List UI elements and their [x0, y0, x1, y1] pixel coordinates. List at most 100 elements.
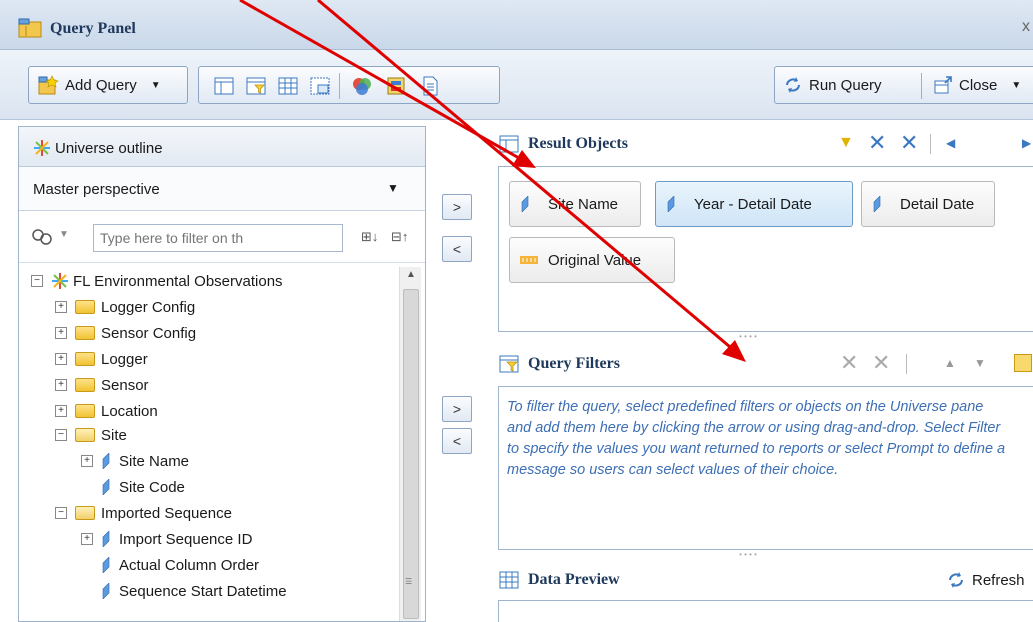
tree-item-label: Sequence Start Datetime: [119, 582, 287, 600]
combined-query-icon[interactable]: [309, 75, 331, 97]
collapse-icon[interactable]: −: [55, 507, 67, 519]
remove-all-icon[interactable]: ✕: [900, 130, 918, 156]
remove-from-result-button[interactable]: <: [442, 236, 472, 262]
tree-item[interactable]: Sequence Start Datetime: [101, 579, 287, 603]
toolbar-separator: [339, 73, 340, 99]
data-preview-icon[interactable]: [277, 75, 299, 97]
tree-item[interactable]: + Logger Config: [55, 295, 195, 319]
result-object-label: Original Value: [548, 251, 642, 269]
refresh-button[interactable]: Refresh: [946, 570, 1025, 590]
close-button[interactable]: Close ▼: [933, 75, 1021, 95]
tree-item-label: Import Sequence ID: [119, 530, 253, 548]
tree-item[interactable]: + Location: [55, 399, 158, 423]
result-object-original-value[interactable]: Original Value: [509, 237, 675, 283]
tree-item-label: Imported Sequence: [101, 504, 232, 522]
header-separator: [930, 134, 931, 154]
result-object-label: Site Name: [548, 195, 619, 213]
move-right-icon[interactable]: ▶: [1022, 136, 1031, 150]
tree-item[interactable]: + Logger: [55, 347, 148, 371]
query-filters-icon: [499, 355, 519, 373]
chevron-down-icon[interactable]: ▼: [151, 80, 161, 91]
tree-item-label: Sensor Config: [101, 324, 197, 342]
add-subquery-icon[interactable]: [1014, 354, 1032, 372]
filter-pane-icon[interactable]: [245, 75, 267, 97]
add-query-icon: [38, 75, 59, 95]
tree-item[interactable]: + Import Sequence ID: [81, 527, 252, 551]
expand-icon[interactable]: +: [81, 533, 93, 545]
collapse-all-icon[interactable]: ⊟↑: [391, 229, 408, 245]
result-object-site-name[interactable]: Site Name: [509, 181, 641, 227]
query-filters-header: Query Filters ✕ ✕ ▲ ▼: [498, 344, 1033, 384]
chevron-down-icon[interactable]: ▼: [59, 229, 69, 240]
add-to-filter-button[interactable]: >: [442, 396, 472, 422]
universe-tree: − FL Environmental Observations + Logger…: [19, 267, 399, 621]
close-label: Close: [959, 76, 998, 94]
add-query-button[interactable]: Add Query ▼: [28, 66, 188, 104]
result-object-label: Detail Date: [900, 195, 975, 213]
move-down-icon[interactable]: ▼: [974, 356, 986, 370]
outline-filter-input[interactable]: [93, 224, 343, 252]
scroll-up-icon[interactable]: ▲: [406, 269, 416, 280]
query-filters-hint: To filter the query, select predefined f…: [507, 399, 1006, 478]
collapse-icon[interactable]: −: [31, 275, 43, 287]
filter-icon[interactable]: ▼: [838, 134, 854, 152]
scrollbar-thumb[interactable]: [403, 289, 419, 619]
collapse-icon[interactable]: −: [55, 429, 67, 441]
search-options-icon[interactable]: [31, 227, 53, 247]
data-preview-header: Data Preview Refresh: [498, 560, 1033, 600]
tree-item-label: Logger: [101, 350, 148, 368]
refresh-icon: [786, 77, 800, 93]
expand-icon[interactable]: +: [55, 353, 67, 365]
remove-icon[interactable]: ✕: [840, 350, 858, 376]
run-query-button[interactable]: Run Query: [783, 75, 882, 95]
dimension-icon: [873, 196, 881, 212]
universe-icon: [52, 273, 68, 289]
tree-item[interactable]: + Sensor: [55, 373, 149, 397]
dimension-icon: [667, 196, 675, 212]
tree-item[interactable]: + Sensor Config: [55, 321, 196, 345]
refresh-icon: [949, 572, 963, 588]
expand-icon[interactable]: +: [81, 455, 93, 467]
tree-item-label: Actual Column Order: [119, 556, 260, 574]
result-object-detail-date[interactable]: Detail Date: [861, 181, 995, 227]
splitter-grip[interactable]: • • • •: [728, 333, 768, 341]
tree-item-label: Site Name: [119, 452, 190, 470]
properties-icon[interactable]: [419, 75, 441, 97]
universe-outline-panel: Universe outline Master perspective ▼ ▼ …: [18, 126, 426, 622]
tree-item[interactable]: Site Code: [101, 475, 185, 499]
dimension-icon: [102, 557, 110, 573]
tree-scrollbar[interactable]: ▲ ☰: [399, 267, 421, 621]
result-object-year-detail-date[interactable]: Year - Detail Date: [655, 181, 853, 227]
remove-icon[interactable]: ✕: [868, 130, 886, 156]
result-objects-header: Result Objects ▼ ✕ ✕ ◀ ▶: [498, 124, 1033, 164]
tree-item[interactable]: Actual Column Order: [101, 553, 259, 577]
universe-outline-title: Universe outline: [55, 140, 163, 157]
expand-all-icon[interactable]: ⊞↓: [361, 229, 378, 245]
layout-icon[interactable]: [213, 75, 235, 97]
expand-icon[interactable]: +: [55, 405, 67, 417]
window-close-icon[interactable]: x: [1022, 18, 1033, 36]
expand-icon[interactable]: +: [55, 379, 67, 391]
remove-from-filter-button[interactable]: <: [442, 428, 472, 454]
result-objects-area[interactable]: Site Name Year - Detail Date Detail Date…: [498, 166, 1033, 332]
source-icon[interactable]: [351, 75, 373, 97]
expand-icon[interactable]: +: [55, 301, 67, 313]
splitter-grip[interactable]: • • • •: [728, 551, 768, 559]
move-left-icon[interactable]: ◀: [946, 136, 955, 150]
tree-item[interactable]: − Imported Sequence: [55, 501, 232, 525]
tree-item[interactable]: − Site: [55, 423, 127, 447]
tree-item-label: FL Environmental Observations: [73, 272, 283, 290]
query-filters-area[interactable]: To filter the query, select predefined f…: [498, 386, 1033, 550]
tree-item[interactable]: + Site Name: [81, 449, 189, 473]
tree-item[interactable]: − FL Environmental Observations: [31, 269, 283, 293]
chevron-down-icon[interactable]: ▼: [1011, 80, 1021, 91]
dimension-icon: [521, 196, 529, 212]
remove-all-icon[interactable]: ✕: [872, 350, 890, 376]
add-to-result-button[interactable]: >: [442, 194, 472, 220]
chevron-down-icon[interactable]: ▼: [387, 181, 399, 195]
perspective-dropdown[interactable]: Master perspective ▼: [19, 167, 425, 211]
header-separator: [906, 354, 907, 374]
sql-icon[interactable]: [385, 75, 407, 97]
expand-icon[interactable]: +: [55, 327, 67, 339]
move-up-icon[interactable]: ▲: [944, 356, 956, 370]
